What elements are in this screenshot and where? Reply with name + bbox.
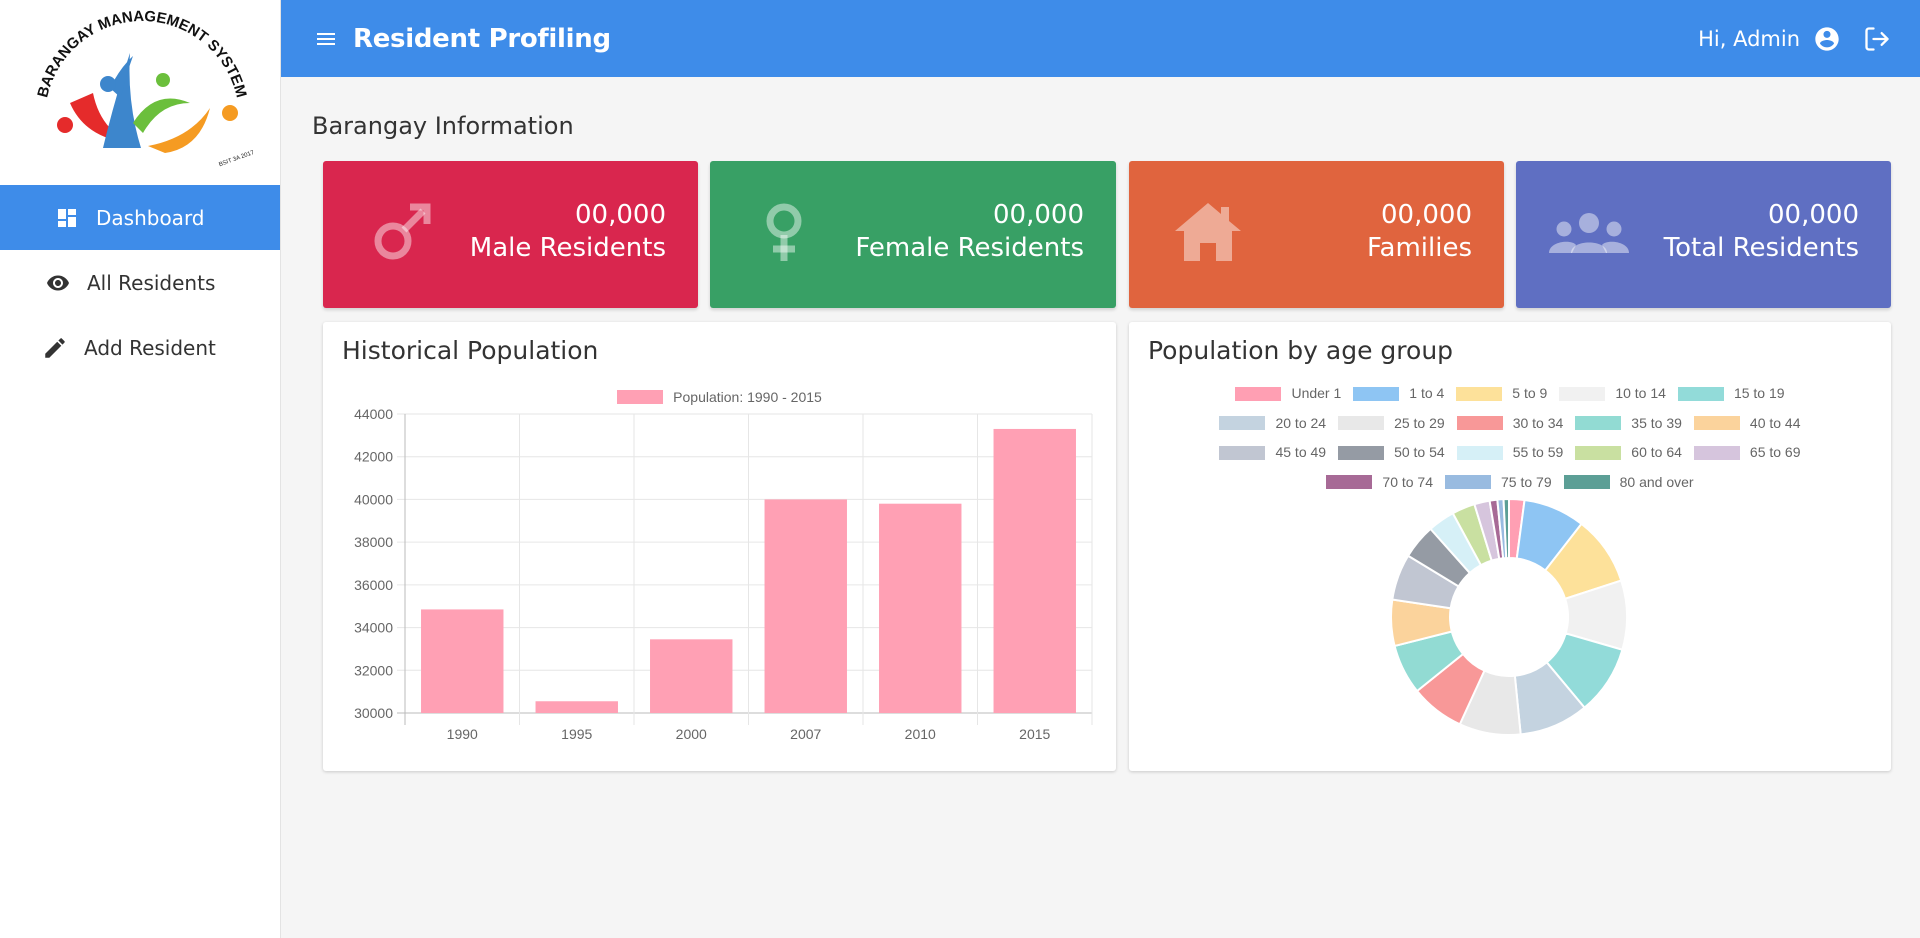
bar[interactable] (421, 609, 504, 713)
stat-card-female: 00,000 Female Residents (710, 161, 1116, 308)
stat-label: Families (1366, 233, 1472, 263)
eye-icon (43, 268, 73, 298)
stat-card-families: 00,000 Families (1129, 161, 1504, 308)
section-title: Barangay Information (312, 112, 574, 140)
bar-chart: 30000 32000 34000 36000 38000 40000 42000 44000… (354, 406, 1093, 742)
y-tick-label: 34000 (354, 620, 393, 636)
y-tick-label: 36000 (354, 577, 393, 593)
sidebar-item-all-residents[interactable]: All Residents (0, 250, 280, 315)
stat-value: 00,000 (1768, 200, 1859, 230)
x-tick-label: 2007 (790, 726, 821, 742)
x-tick-label: 2015 (1019, 726, 1050, 742)
dashboard-icon (52, 203, 82, 233)
pencil-icon (40, 333, 70, 363)
logo-sub-text: BSIT 3A 2017 (218, 149, 255, 167)
doughnut-chart (1390, 497, 1628, 736)
sidebar-item-dashboard[interactable]: Dashboard (0, 185, 280, 250)
stat-card-total: 00,000 Total Residents (1516, 161, 1891, 308)
stat-label: Female Residents (855, 233, 1084, 263)
bar[interactable] (993, 428, 1076, 713)
page-title: Resident Profiling (353, 23, 611, 54)
female-icon (752, 201, 826, 265)
y-tick-label: 32000 (354, 662, 393, 678)
stat-label: Male Residents (469, 233, 666, 263)
x-tick-label: 2000 (676, 726, 707, 742)
y-tick-label: 44000 (354, 406, 393, 422)
user-greeting: Hi, Admin (1698, 26, 1800, 51)
bar[interactable] (650, 639, 733, 713)
y-tick-label: 38000 (354, 534, 393, 550)
svg-text:BARANGAY MANAGEMENT SYSTEM: BARANGAY MANAGEMENT SYSTEM (34, 8, 249, 99)
bar[interactable] (879, 503, 962, 713)
stat-value: 00,000 (1381, 200, 1472, 230)
stat-value: 00,000 (993, 200, 1084, 230)
x-tick-label: 1990 (447, 726, 478, 742)
hamburger-menu-icon[interactable] (313, 26, 339, 52)
y-tick-label: 40000 (354, 491, 393, 507)
people-icon (1546, 201, 1632, 265)
sidebar-item-label: Add Resident (84, 335, 216, 360)
bar[interactable] (535, 701, 618, 713)
sidebar-item-add-resident[interactable]: Add Resident (0, 315, 280, 380)
sidebar: BARANGAY MANAGEMENT SYSTEM BSIT 3A 2017 … (0, 0, 281, 938)
x-tick-label: 1995 (561, 726, 592, 742)
logo: BARANGAY MANAGEMENT SYSTEM BSIT 3A 2017 (0, 0, 280, 185)
y-tick-label: 42000 (354, 449, 393, 465)
logo-arc-text: BARANGAY MANAGEMENT SYSTEM (34, 8, 249, 99)
stat-label: Total Residents (1663, 233, 1859, 263)
stat-card-male: 00,000 Male Residents (323, 161, 698, 308)
sidebar-item-label: Dashboard (96, 205, 205, 230)
x-tick-label: 2010 (905, 726, 936, 742)
home-icon (1171, 201, 1245, 265)
top-bar: Resident Profiling Hi, Admin (281, 0, 1920, 77)
male-icon (365, 201, 439, 265)
bar[interactable] (764, 499, 847, 713)
stat-value: 00,000 (575, 200, 666, 230)
account-circle-icon[interactable] (1812, 24, 1842, 54)
logout-icon[interactable] (1862, 24, 1892, 54)
sidebar-item-label: All Residents (87, 270, 216, 295)
y-tick-label: 30000 (354, 705, 393, 721)
